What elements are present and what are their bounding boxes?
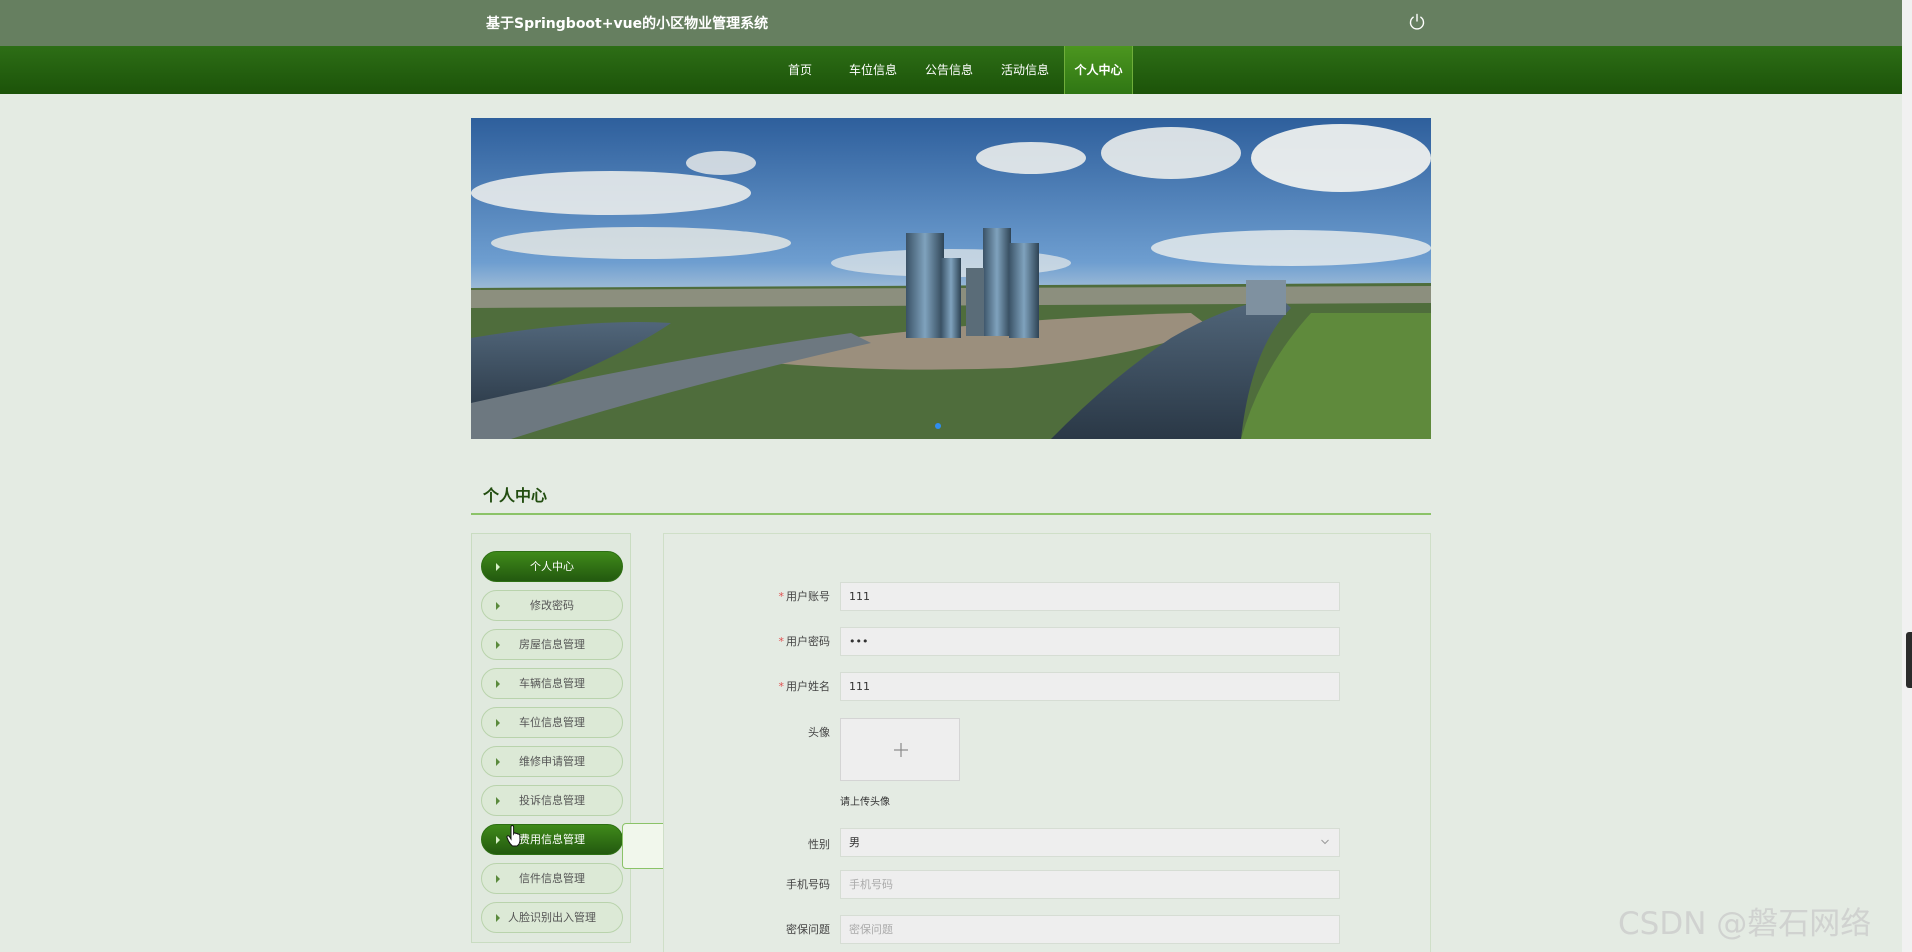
- nav-home[interactable]: 首页: [778, 46, 822, 94]
- avatar-upload-button[interactable]: [840, 718, 960, 781]
- menu-label: 人脸识别出入管理: [508, 911, 596, 924]
- power-icon[interactable]: [1408, 13, 1426, 31]
- menu-change-password[interactable]: 修改密码: [481, 590, 623, 621]
- page-scrollbar-track[interactable]: [1902, 0, 1912, 952]
- menu-face-access[interactable]: 人脸识别出入管理: [481, 902, 623, 933]
- menu-label: 维修申请管理: [519, 755, 585, 768]
- account-input[interactable]: 111: [840, 582, 1340, 611]
- menu-personal-center[interactable]: 个人中心: [481, 551, 623, 582]
- avatar-upload-hint: 请上传头像: [840, 797, 890, 808]
- phone-input[interactable]: 手机号码: [840, 870, 1340, 899]
- caret-right-icon: [496, 680, 500, 688]
- caret-right-icon: [496, 836, 500, 844]
- account-label: * 用户账号: [778, 590, 831, 603]
- caret-right-icon: [496, 641, 500, 649]
- banner-carousel[interactable]: [471, 118, 1431, 439]
- gender-selected-value: 男: [849, 836, 860, 849]
- name-label: * 用户姓名: [778, 680, 831, 693]
- top-header-bar: 基于Springboot+vue的小区物业管理系统: [0, 0, 1902, 46]
- hand-cursor-icon: [506, 825, 521, 847]
- section-title: 个人中心: [483, 486, 548, 505]
- menu-label: 个人中心: [530, 560, 574, 573]
- side-menu: 个人中心 修改密码 房屋信息管理 车辆信息管理 车位信息管理 维修申请管理 投诉…: [471, 533, 631, 943]
- menu-label: 房屋信息管理: [519, 638, 585, 651]
- watermark-text: CSDN @磐石网络: [1618, 906, 1872, 942]
- phone-label: 手机号码: [786, 878, 830, 891]
- menu-fee-info[interactable]: 费用信息管理: [481, 824, 623, 855]
- caret-right-icon: [496, 719, 500, 727]
- chevron-down-icon: [1321, 839, 1329, 845]
- menu-label: 信件信息管理: [519, 872, 585, 885]
- password-label: * 用户密码: [778, 635, 831, 648]
- password-input[interactable]: •••: [840, 627, 1340, 656]
- nav-activity-info[interactable]: 活动信息: [994, 46, 1056, 94]
- menu-parking-info[interactable]: 车位信息管理: [481, 707, 623, 738]
- gender-select[interactable]: 男: [840, 828, 1340, 857]
- menu-label: 投诉信息管理: [519, 794, 585, 807]
- security-question-input[interactable]: 密保问题: [840, 915, 1340, 944]
- caret-right-icon: [496, 797, 500, 805]
- menu-letter-info[interactable]: 信件信息管理: [481, 863, 623, 894]
- name-input[interactable]: 111: [840, 672, 1340, 701]
- plus-icon: [894, 743, 908, 757]
- site-title: 基于Springboot+vue的小区物业管理系统: [486, 16, 769, 32]
- caret-right-icon: [496, 875, 500, 883]
- carousel-indicator-dot[interactable]: [935, 423, 941, 429]
- caret-right-icon: [496, 602, 500, 610]
- caret-right-icon: [496, 563, 500, 571]
- page-scrollbar-thumb[interactable]: [1906, 632, 1912, 688]
- city-skyline-photo: [471, 118, 1431, 439]
- menu-house-info[interactable]: 房屋信息管理: [481, 629, 623, 660]
- caret-right-icon: [496, 758, 500, 766]
- nav-personal-center[interactable]: 个人中心: [1064, 46, 1133, 94]
- caret-right-icon: [496, 914, 500, 922]
- nav-notice-info[interactable]: 公告信息: [918, 46, 980, 94]
- menu-repair-requests[interactable]: 维修申请管理: [481, 746, 623, 777]
- security-question-label: 密保问题: [786, 923, 830, 936]
- menu-label: 费用信息管理: [519, 833, 585, 846]
- menu-label: 车辆信息管理: [519, 677, 585, 690]
- menu-vehicle-info[interactable]: 车辆信息管理: [481, 668, 623, 699]
- menu-complaints[interactable]: 投诉信息管理: [481, 785, 623, 816]
- main-nav: 首页 车位信息 公告信息 活动信息 个人中心: [0, 46, 1902, 94]
- section-divider: [471, 513, 1431, 515]
- gender-label: 性别: [808, 838, 830, 851]
- menu-label: 修改密码: [530, 599, 574, 612]
- avatar-label: 头像: [808, 726, 830, 739]
- menu-label: 车位信息管理: [519, 716, 585, 729]
- nav-parking-info[interactable]: 车位信息: [842, 46, 904, 94]
